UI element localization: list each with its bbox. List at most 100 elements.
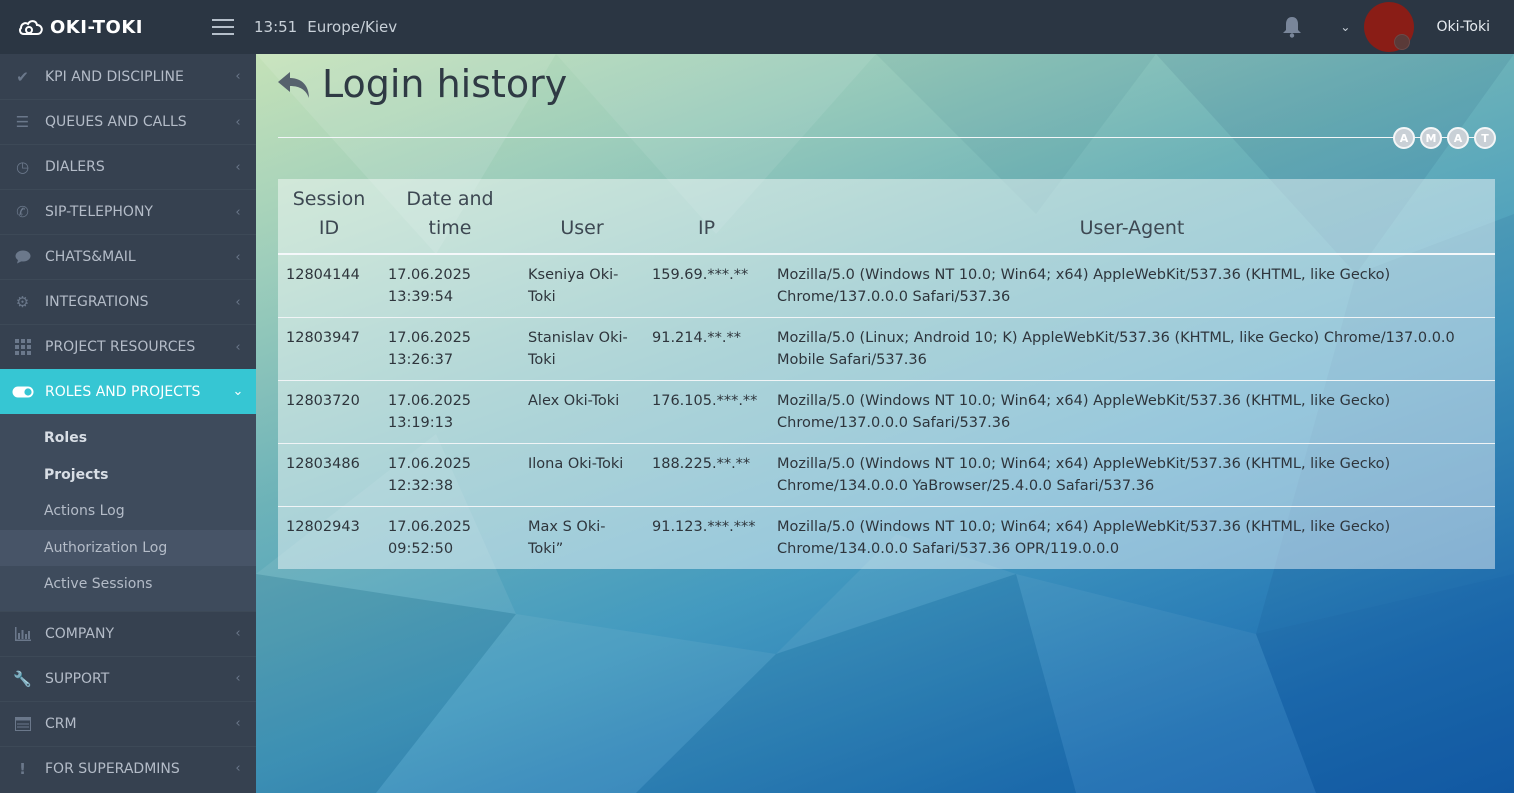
bell-icon[interactable] (1280, 15, 1304, 39)
bar-chart-icon (0, 626, 45, 641)
column-header-date-time[interactable]: Date and time (380, 179, 520, 255)
back-arrow-icon[interactable] (276, 66, 312, 102)
submenu-item-authorization-log[interactable]: Authorization Log (0, 529, 256, 566)
sidebar-item-roles-and-projects[interactable]: ROLES AND PROJECTS ⌄ (0, 369, 256, 414)
sidebar-item-label: SIP-TELEPHONY (45, 204, 153, 220)
sidebar-item-label: COMPANY (45, 625, 115, 642)
cloud-logo-icon (19, 20, 43, 35)
chevron-left-icon: ‹ (235, 204, 241, 220)
table-row: 12803947 17.06.2025 13:26:37 Stanislav O… (278, 317, 1495, 381)
sidebar-item-crm[interactable]: CRM ‹ (0, 700, 256, 746)
menu-toggle-icon[interactable] (212, 19, 234, 35)
sidebar-item-label: QUEUES AND CALLS (45, 114, 187, 130)
cell-user-agent: Mozilla/5.0 (Windows NT 10.0; Win64; x64… (769, 443, 1495, 507)
cell-session-id: 12804144 (278, 254, 380, 318)
cell-date-time: 17.06.2025 12:32:38 (380, 443, 520, 507)
sidebar-item-superadmins[interactable]: ! FOR SUPERADMINS ‹ (0, 745, 256, 791)
user-initial-badge[interactable]: A (1393, 127, 1415, 149)
chevron-down-icon[interactable]: ⌄ (1340, 20, 1350, 34)
sidebar: ✔ KPI AND DISCIPLINE ‹ ☰ QUEUES AND CALL… (0, 54, 256, 793)
exclamation-icon: ! (19, 759, 26, 778)
cell-user: Max S Oki-Toki” (528, 519, 606, 557)
table-row: 12803486 17.06.2025 12:32:38 Ilona Oki-T… (278, 443, 1495, 507)
user-initials: A M A T (1388, 127, 1496, 149)
cell-user: Alex Oki-Toki (520, 380, 644, 444)
column-header-ip[interactable]: IP (644, 179, 769, 255)
clock-icon: ◷ (15, 158, 30, 176)
chevron-left-icon: ‹ (235, 761, 241, 776)
cell-ip: 91.214.**.** (644, 317, 769, 381)
cell-date-time: 17.06.2025 09:52:50 (388, 519, 472, 557)
cell-ip: 188.225.**.** (644, 443, 769, 507)
cell-ip: 176.105.***.** (644, 380, 769, 444)
column-header-session-id[interactable]: Session ID (278, 179, 380, 255)
table-row: 12803720 17.06.2025 13:19:13 Alex Oki-To… (278, 380, 1495, 444)
status-dot (1394, 34, 1411, 50)
sidebar-item-support[interactable]: 🔧 SUPPORT ‹ (0, 655, 256, 701)
sidebar-item-label: PROJECT RESOURCES (45, 339, 196, 355)
sidebar-item-sip[interactable]: ✆ SIP-TELEPHONY ‹ (0, 189, 256, 234)
logo[interactable]: OKI-TOKI (0, 17, 200, 38)
chevron-left-icon: ‹ (235, 716, 241, 731)
divider (278, 137, 1494, 138)
sidebar-item-chats[interactable]: CHATS&MAIL ‹ (0, 234, 256, 279)
user-initial-badge[interactable]: T (1474, 127, 1496, 149)
sidebar-item-kpi[interactable]: ✔ KPI AND DISCIPLINE ‹ (0, 54, 256, 99)
chevron-down-icon: ⌄ (232, 384, 244, 399)
table-row: 12802943 17.06.2025 09:52:50 Max S Oki-T… (278, 507, 1495, 570)
cell-ip: 159.69.***.** (644, 254, 769, 318)
chevron-left-icon: ‹ (235, 249, 241, 265)
chevron-left-icon: ‹ (235, 294, 241, 310)
sidebar-item-project-resources[interactable]: PROJECT RESOURCES ‹ (0, 324, 256, 369)
cell-user: Ilona Oki-Toki (520, 443, 644, 507)
user-initial-badge[interactable]: M (1420, 127, 1442, 149)
chat-icon (0, 250, 45, 264)
sidebar-item-queues[interactable]: ☰ QUEUES AND CALLS ‹ (0, 99, 256, 144)
top-bar: OKI-TOKI 13:51 Europe/Kiev ⌄ Oki-Toki (0, 0, 1514, 54)
sidebar-item-label: FOR SUPERADMINS (45, 760, 180, 777)
submenu-item-projects[interactable]: Projects (0, 457, 256, 494)
cell-user: Stanislav Oki-Toki (520, 317, 644, 381)
sidebar-item-label: CHATS&MAIL (45, 249, 136, 265)
sidebar-item-dialers[interactable]: ◷ DIALERS ‹ (0, 144, 256, 189)
cell-date-time: 17.06.2025 13:19:13 (380, 380, 520, 444)
user-initial-badge[interactable]: A (1447, 127, 1469, 149)
list-icon: ☰ (15, 113, 30, 131)
chevron-left-icon: ‹ (235, 159, 241, 175)
sidebar-item-label: INTEGRATIONS (45, 294, 149, 310)
cell-user: Kseniya Oki-Toki (520, 254, 644, 318)
username[interactable]: Oki-Toki (1436, 19, 1490, 35)
chevron-left-icon: ‹ (235, 69, 241, 84)
submenu-item-actions-log[interactable]: Actions Log (0, 493, 256, 530)
sidebar-item-company[interactable]: COMPANY ‹ (0, 610, 256, 656)
grid-icon (0, 339, 45, 355)
table-icon (0, 716, 45, 731)
toggle-icon (0, 386, 45, 398)
cell-user-agent: Mozilla/5.0 (Windows NT 10.0; Win64; x64… (769, 380, 1495, 444)
clock: 13:51 (254, 18, 298, 36)
login-history-table: Session ID Date and time User IP User-Ag… (278, 179, 1495, 569)
cell-session-id: 12803486 (278, 443, 380, 507)
cell-date-time: 17.06.2025 13:26:37 (380, 317, 520, 381)
submenu-item-active-sessions[interactable]: Active Sessions (0, 566, 256, 603)
cell-user-agent: Mozilla/5.0 (Windows NT 10.0; Win64; x64… (777, 519, 1391, 557)
sidebar-item-label: ROLES AND PROJECTS (45, 383, 201, 400)
timezone: Europe/Kiev (307, 18, 398, 36)
chevron-left-icon: ‹ (235, 671, 241, 686)
column-header-user-agent[interactable]: User-Agent (769, 179, 1495, 255)
avatar[interactable] (1364, 2, 1415, 52)
column-header-user[interactable]: User (520, 179, 644, 255)
title-row: Login history (276, 62, 567, 106)
table-row: 12804144 17.06.2025 13:39:54 Kseniya Oki… (278, 254, 1495, 318)
wrench-icon: 🔧 (13, 669, 32, 688)
cell-ip: 91.123.***.*** (652, 519, 756, 535)
sidebar-item-integrations[interactable]: ⚙ INTEGRATIONS ‹ (0, 279, 256, 324)
cell-user-agent: Mozilla/5.0 (Windows NT 10.0; Win64; x64… (769, 254, 1495, 318)
chevron-left-icon: ‹ (235, 339, 241, 355)
cell-date-time: 17.06.2025 13:39:54 (380, 254, 520, 318)
phone-icon: ✆ (16, 203, 29, 221)
main-content: Login history A M A T Session ID Date an… (256, 54, 1514, 793)
gears-icon: ⚙ (15, 293, 30, 311)
submenu-item-roles[interactable]: Roles (0, 420, 256, 457)
page-title: Login history (322, 62, 568, 106)
